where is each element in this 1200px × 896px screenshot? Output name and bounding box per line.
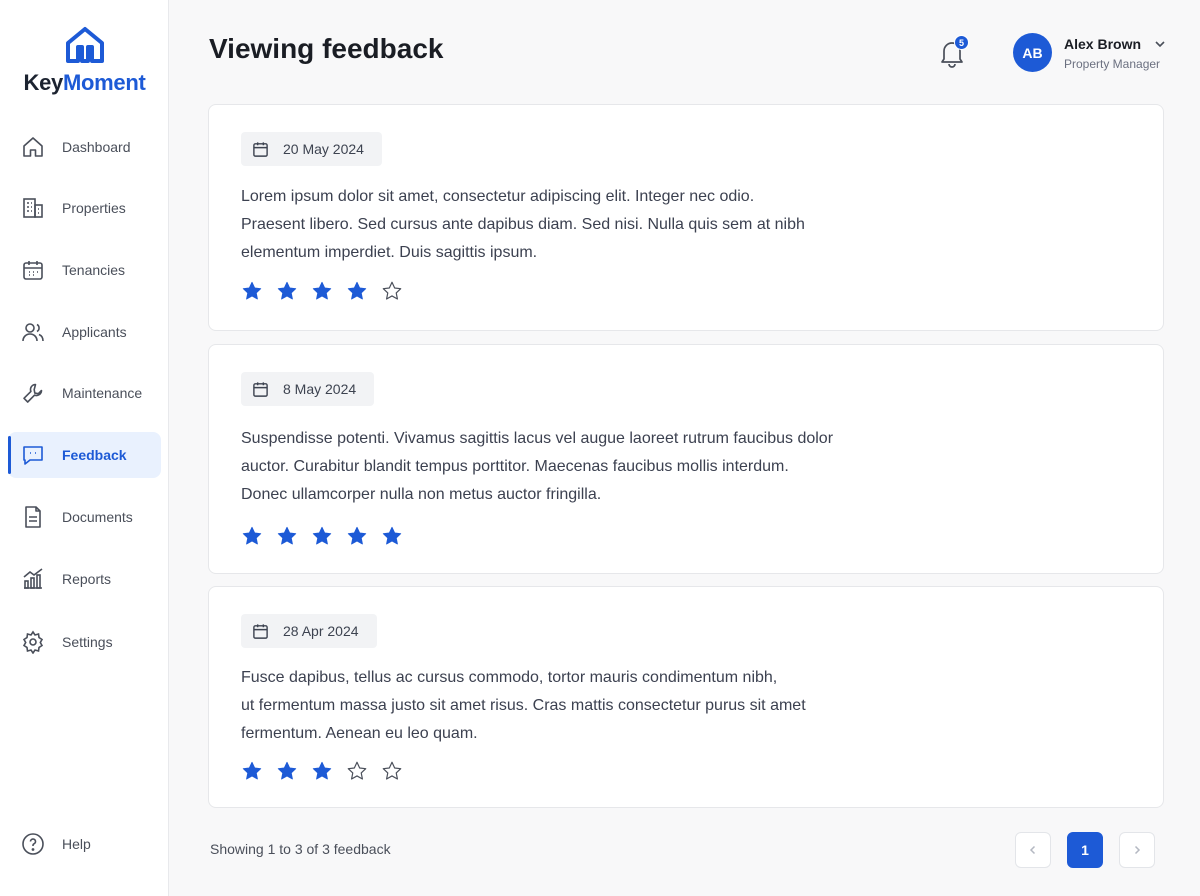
sidebar-item-reports[interactable]: Reports <box>8 556 161 602</box>
sidebar-item-label: Reports <box>62 571 112 587</box>
avatar[interactable]: AB <box>1013 33 1052 72</box>
feedback-text: Lorem ipsum dolor sit amet, consectetur … <box>241 183 941 267</box>
sidebar-item-label: Dashboard <box>62 139 131 155</box>
feedback-line: fermentum. Aenean eu leo quam. <box>241 725 478 742</box>
page-title: Viewing feedback <box>209 33 444 64</box>
message-icon <box>23 446 43 465</box>
chart-icon <box>23 568 43 589</box>
sidebar-item-tenancies[interactable]: Tenancies <box>8 247 161 293</box>
gear-icon <box>22 630 44 654</box>
date-chip: 20 May 2024 <box>241 132 382 166</box>
sidebar-item-label: Tenancies <box>62 262 126 278</box>
star-filled-icon <box>347 281 367 300</box>
star-filled-icon <box>382 526 402 545</box>
calendar-icon <box>253 624 268 639</box>
feedback-line: Praesent libero. Sed cursus ante dapibus… <box>241 216 805 233</box>
building-icon <box>23 198 43 218</box>
chevron-left-icon <box>1029 845 1036 855</box>
star-filled-icon <box>277 526 297 545</box>
sidebar-item-properties[interactable]: Properties <box>8 185 161 231</box>
feedback-text: Fusce dapibus, tellus ac cursus commodo,… <box>241 664 941 748</box>
star-empty-icon <box>382 761 402 780</box>
sidebar-item-applicants[interactable]: Applicants <box>8 309 161 355</box>
sidebar-item-label: Maintenance <box>62 385 143 401</box>
feedback-line: ut fermentum massa justo sit amet risus.… <box>241 697 806 714</box>
prev-page-button[interactable] <box>1015 832 1051 868</box>
star-filled-icon <box>312 281 332 300</box>
feedback-date: 8 May 2024 <box>283 381 357 397</box>
star-filled-icon <box>312 761 332 780</box>
sidebar-item-maintenance[interactable]: Maintenance <box>8 370 161 416</box>
feedback-line: Fusce dapibus, tellus ac cursus commodo,… <box>241 669 778 686</box>
feedback-card: 8 May 2024 Suspendisse potenti. Vivamus … <box>208 344 1164 574</box>
star-rating <box>241 760 403 782</box>
feedback-line: elementum imperdiet. Duis sagittis ipsum… <box>241 244 538 261</box>
chevron-down-icon[interactable] <box>1153 37 1167 51</box>
star-rating <box>241 280 403 302</box>
logo[interactable]: KeyMoment <box>0 26 169 96</box>
sidebar-item-label: Feedback <box>62 447 127 463</box>
users-icon <box>22 323 44 342</box>
user-role: Property Manager <box>1064 57 1161 71</box>
sidebar-item-label: Documents <box>62 509 133 525</box>
star-empty-icon <box>382 281 402 300</box>
feedback-line: auctor. Curabitur blandit tempus porttit… <box>241 458 789 475</box>
sidebar-item-dashboard[interactable]: Dashboard <box>8 124 161 170</box>
calendar-icon <box>253 382 268 397</box>
sidebar: KeyMoment Dashboard Properties Tenancies… <box>0 0 169 896</box>
feedback-date: 20 May 2024 <box>283 141 364 157</box>
sidebar-item-label: Properties <box>62 200 126 216</box>
calendar-icon <box>253 142 268 157</box>
star-filled-icon <box>242 526 262 545</box>
star-filled-icon <box>312 526 332 545</box>
sidebar-item-settings[interactable]: Settings <box>8 619 161 665</box>
help-icon <box>22 833 44 855</box>
star-empty-icon <box>347 761 367 780</box>
wrench-icon <box>23 383 43 403</box>
next-page-button[interactable] <box>1119 832 1155 868</box>
star-rating <box>241 525 403 547</box>
date-chip: 28 Apr 2024 <box>241 614 377 648</box>
logo-text: KeyMoment <box>23 70 146 95</box>
page-button-current[interactable]: 1 <box>1067 832 1103 868</box>
star-filled-icon <box>242 761 262 780</box>
notification-badge: 5 <box>954 35 969 50</box>
house-icon <box>65 27 104 63</box>
star-filled-icon <box>242 281 262 300</box>
sidebar-item-label: Applicants <box>62 324 127 340</box>
calendar-icon <box>23 261 43 280</box>
sidebar-item-documents[interactable]: Documents <box>8 494 161 540</box>
chevron-right-icon <box>1134 845 1141 855</box>
feedback-card: 28 Apr 2024 Fusce dapibus, tellus ac cur… <box>208 586 1164 808</box>
star-filled-icon <box>277 281 297 300</box>
sidebar-item-feedback[interactable]: Feedback <box>8 432 161 478</box>
feedback-line: Donec ullamcorper nulla non metus auctor… <box>241 486 602 503</box>
user-name[interactable]: Alex Brown <box>1064 36 1141 52</box>
star-filled-icon <box>347 526 367 545</box>
feedback-line: Suspendisse potenti. Vivamus sagittis la… <box>241 430 834 447</box>
star-filled-icon <box>277 761 297 780</box>
document-icon <box>25 506 41 528</box>
sidebar-item-help[interactable]: Help <box>8 821 161 867</box>
feedback-card: 20 May 2024 Lorem ipsum dolor sit amet, … <box>208 104 1164 331</box>
date-chip: 8 May 2024 <box>241 372 375 406</box>
sidebar-item-label: Settings <box>62 634 113 650</box>
sidebar-item-label: Help <box>62 836 91 852</box>
feedback-date: 28 Apr 2024 <box>283 623 359 639</box>
feedback-text: Suspendisse potenti. Vivamus sagittis la… <box>241 425 941 509</box>
pagination-summary: Showing 1 to 3 of 3 feedback <box>210 841 391 857</box>
home-icon <box>23 137 43 157</box>
feedback-line: Lorem ipsum dolor sit amet, consectetur … <box>241 188 755 205</box>
